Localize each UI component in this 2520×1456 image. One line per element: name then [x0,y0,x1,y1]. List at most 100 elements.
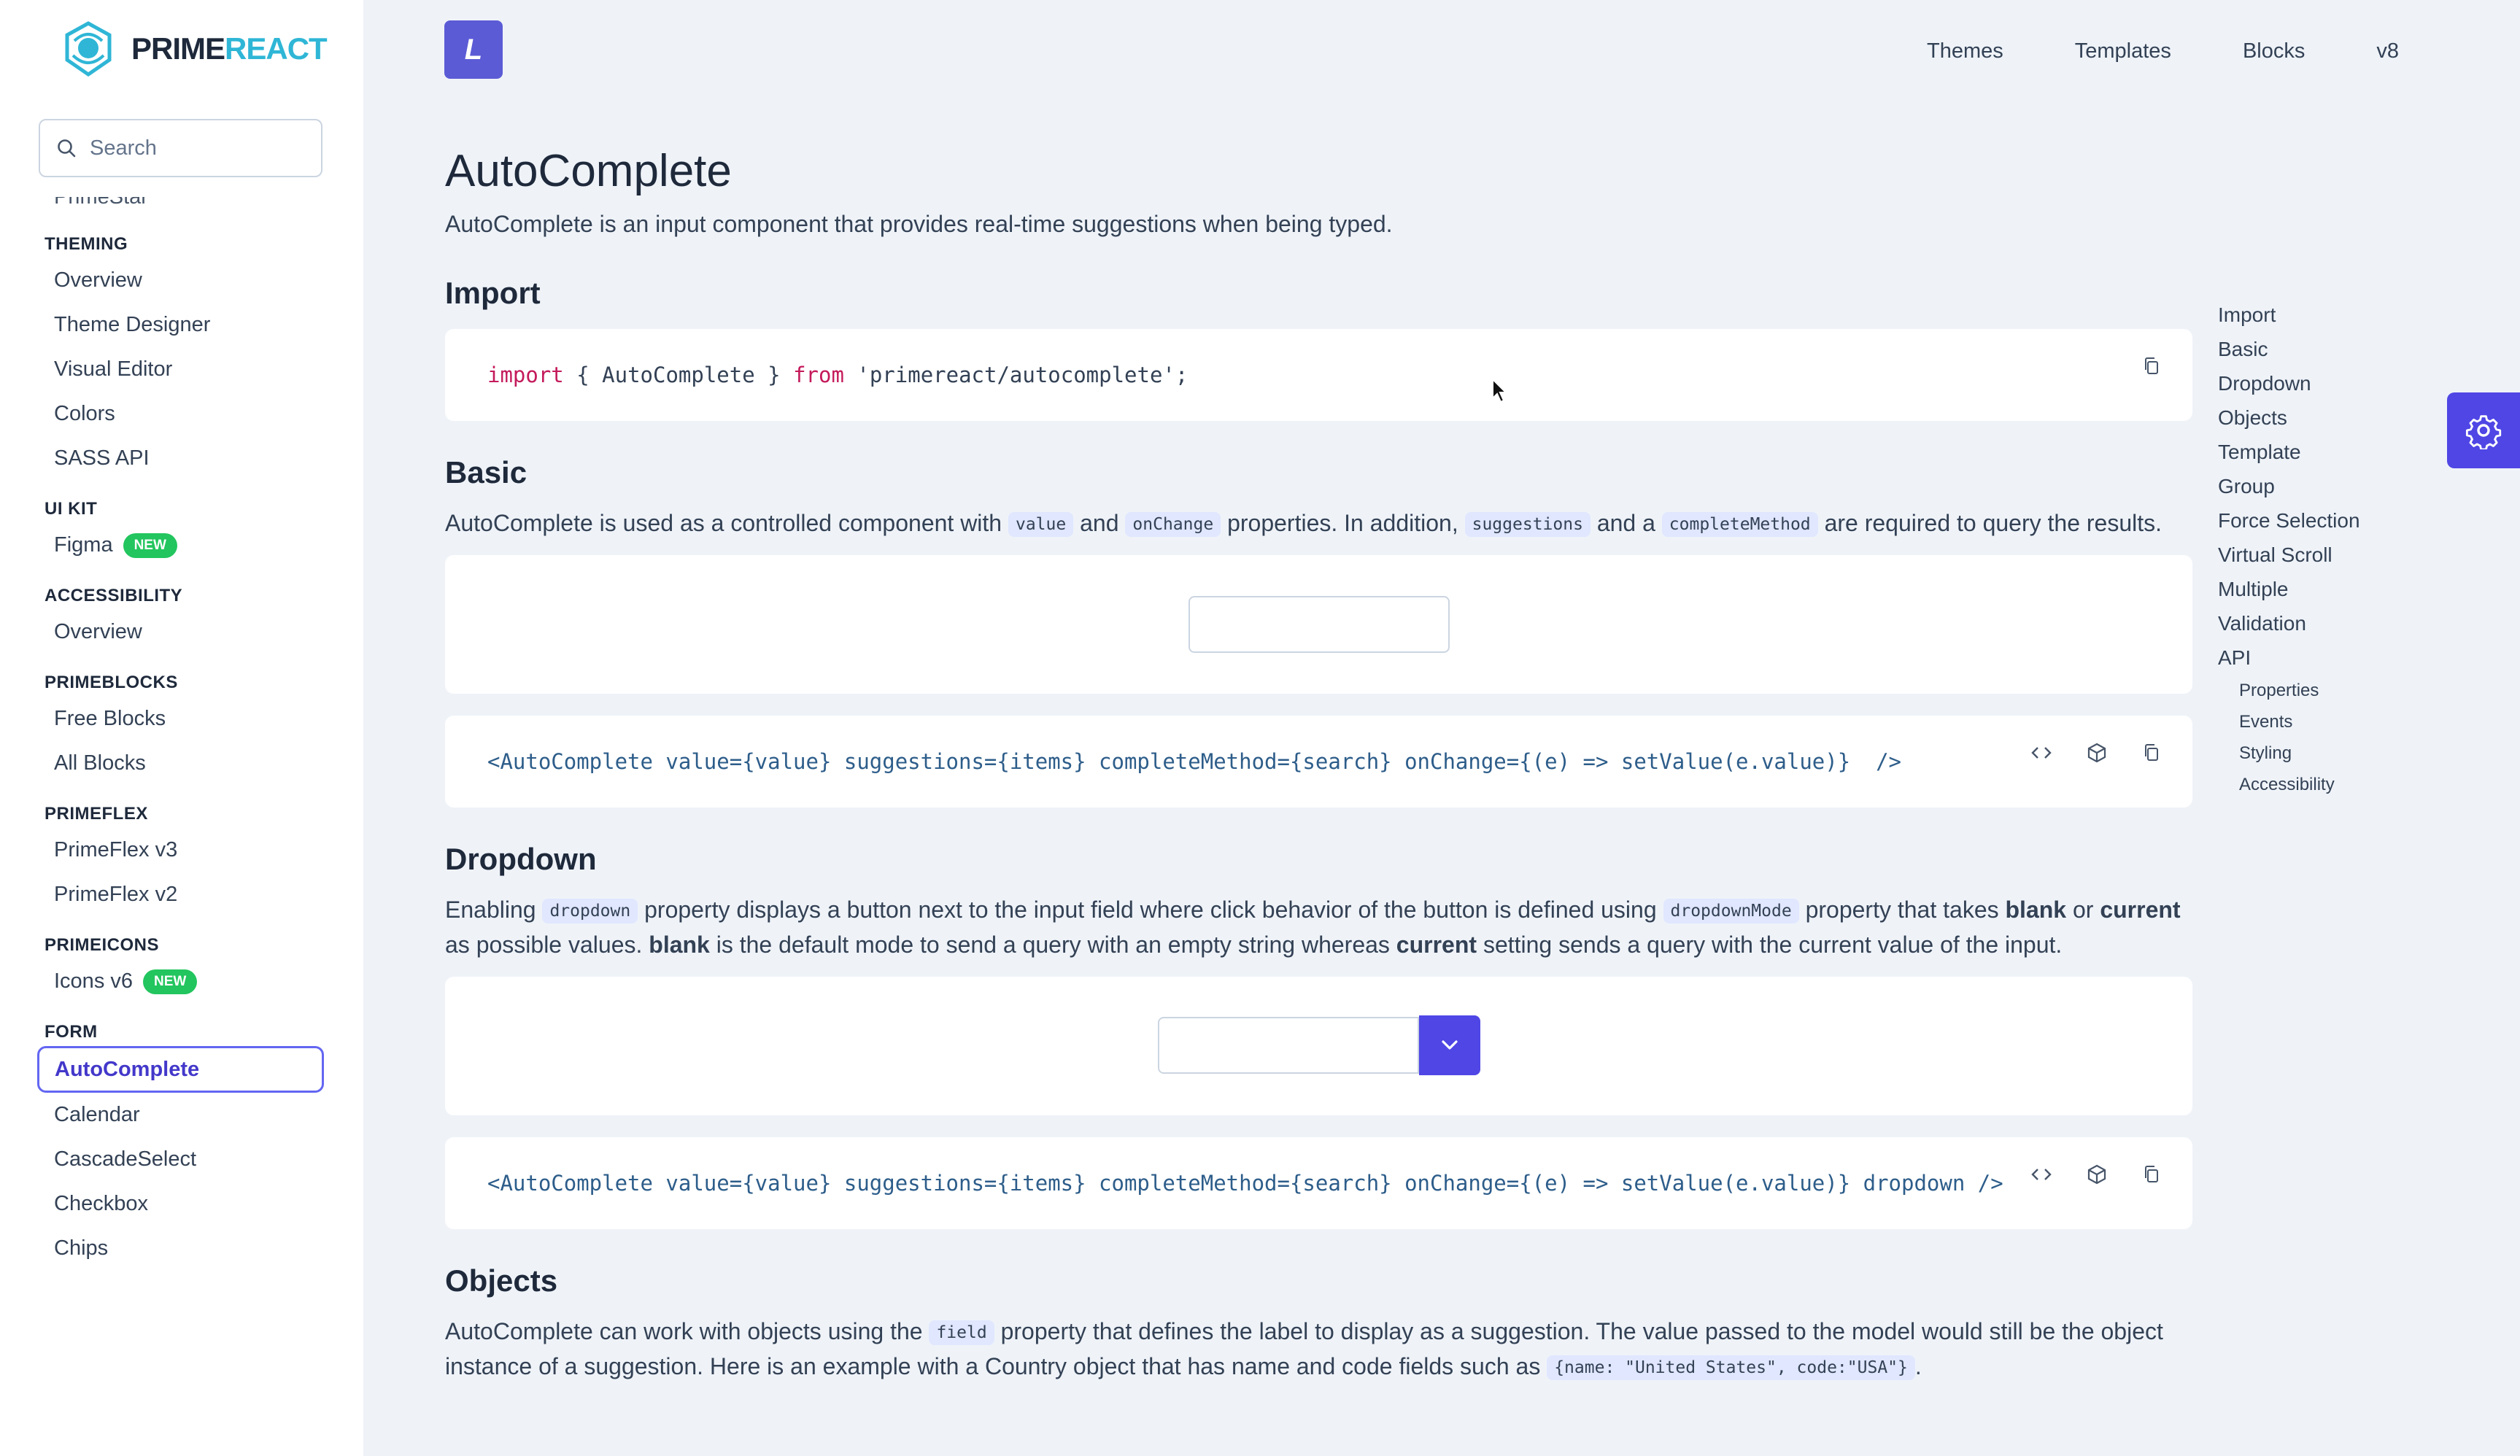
toc-item-import[interactable]: Import [2218,298,2360,332]
sidebar-item-primeflex-v3[interactable]: PrimeFlex v3 [0,828,363,872]
code-chip: {name: "United States", code:"USA"} [1547,1355,1915,1380]
basic-demo [445,555,2192,694]
sidebar-item-checkbox[interactable]: Checkbox [0,1182,363,1226]
page-intro: AutoComplete is an input component that … [445,211,1393,237]
section-title-ui-kit: UI KIT [45,499,98,519]
section-heading-dropdown: Dropdown [445,842,597,876]
dropdown-demo [445,977,2192,1115]
autocomplete-dropdown-group [1157,1015,1480,1075]
section-heading-basic: Basic [445,455,527,489]
sidebar-item-theme-designer[interactable]: Theme Designer [0,303,363,347]
sidebar-item-all-blocks[interactable]: All Blocks [0,741,363,786]
section-title-primeflex: PRIMEFLEX [45,804,148,824]
top-nav: Themes Templates Blocks v8 [1927,29,2399,73]
copy-icon[interactable] [2140,1162,2165,1187]
logo[interactable]: PRIMEREACT [58,18,328,80]
new-badge: NEW [143,969,198,994]
topnav-version[interactable]: v8 [2376,29,2399,73]
topnav-templates[interactable]: Templates [2075,29,2171,73]
main-content: AutoComplete AutoComplete is an input co… [445,135,2192,1384]
toc-subitem-styling[interactable]: Styling [2218,737,2360,769]
dropdown-button[interactable] [1418,1015,1480,1075]
toc-item-virtual-scroll[interactable]: Virtual Scroll [2218,538,2360,572]
code-chip: dropdownMode [1663,899,1799,923]
toc-item-force-selection[interactable]: Force Selection [2218,503,2360,538]
section-heading-import: Import [445,276,541,310]
sidebar-item-calendar[interactable]: Calendar [0,1093,363,1137]
sidebar-item-visual-editor[interactable]: Visual Editor [0,347,363,392]
search-input[interactable] [90,136,309,160]
code-actions [2029,1162,2165,1187]
code-icon[interactable] [2029,1162,2054,1187]
chevron-down-icon [1440,1039,1459,1051]
code-line: import { AutoComplete } from 'primereact… [487,363,1189,387]
table-of-contents: Import Basic Dropdown Objects Template G… [2218,298,2360,800]
section-title-form: FORM [45,1022,98,1042]
topnav-blocks[interactable]: Blocks [2243,29,2305,73]
cube-icon[interactable] [2084,1162,2109,1187]
sidebar-item-accessibility-overview[interactable]: Overview [0,610,363,654]
section-heading-objects: Objects [445,1263,558,1298]
cube-icon[interactable] [2084,740,2109,765]
toc-item-template[interactable]: Template [2218,435,2360,469]
sidebar-item-sass-api[interactable]: SASS API [0,436,363,481]
dropdown-description: Enabling dropdown property displays a bu… [445,897,2181,958]
section-title-theming: THEMING [45,234,128,254]
sidebar-item-icons-v6[interactable]: Icons v6 NEW [0,959,363,1004]
sidebar-item-cascadeselect[interactable]: CascadeSelect [0,1137,363,1182]
search-box[interactable] [39,119,322,177]
basic-description: AutoComplete is used as a controlled com… [445,510,2163,537]
code-chip: value [1008,512,1074,537]
basic-code-block: <AutoComplete value={value} suggestions=… [445,716,2192,808]
topnav-themes[interactable]: Themes [1927,29,2003,73]
section-title-primeicons: PRIMEICONS [45,935,160,955]
code-chip: suggestions [1464,512,1591,537]
sidebar-item-cut[interactable]: PrimeStar [0,197,363,216]
sidebar-item-free-blocks[interactable]: Free Blocks [0,697,363,741]
sidebar-item-theming-overview[interactable]: Overview [0,258,363,303]
config-button[interactable] [2447,392,2520,468]
copy-icon[interactable] [2140,354,2165,379]
toc-subitem-accessibility[interactable]: Accessibility [2218,769,2360,800]
autocomplete-basic-input[interactable] [1188,596,1450,653]
toc-item-objects[interactable]: Objects [2218,400,2360,435]
dropdown-code-block: <AutoComplete value={value} suggestions=… [445,1137,2192,1229]
copy-icon[interactable] [2140,740,2165,765]
toc-item-group[interactable]: Group [2218,469,2360,503]
code-line: <AutoComplete value={value} suggestions=… [487,749,1902,774]
toc-item-validation[interactable]: Validation [2218,606,2360,640]
search-icon [56,138,77,158]
sidebar-menu: PrimeStar THEMING Overview Theme Designe… [0,197,363,1271]
section-title-accessibility: ACCESSIBILITY [45,586,183,605]
toc-item-dropdown[interactable]: Dropdown [2218,366,2360,400]
import-code-block: import { AutoComplete } from 'primereact… [445,329,2192,421]
code-line: <AutoComplete value={value} suggestions=… [487,1171,2003,1196]
code-chip: onChange [1125,512,1221,537]
code-chip: completeMethod [1661,512,1818,537]
sidebar-item-figma[interactable]: Figma NEW [0,523,363,568]
mouse-cursor-icon [1491,378,1510,404]
new-badge: NEW [123,533,177,558]
toc-subitem-properties[interactable]: Properties [2218,675,2360,706]
objects-description: AutoComplete can work with objects using… [445,1318,2163,1380]
brand-square-logo[interactable]: L [444,20,503,79]
logo-text: PRIMEREACT [131,31,328,66]
primereact-logo-icon [58,19,118,79]
sidebar-item-autocomplete[interactable]: AutoComplete [37,1046,324,1093]
sidebar-item-primeflex-v2[interactable]: PrimeFlex v2 [0,872,363,917]
gear-icon [2465,411,2502,449]
toc-item-multiple[interactable]: Multiple [2218,572,2360,606]
toc-subitem-events[interactable]: Events [2218,706,2360,737]
page-title: AutoComplete [445,146,732,196]
code-icon[interactable] [2029,740,2054,765]
code-actions [2029,740,2165,765]
section-title-primeblocks: PRIMEBLOCKS [45,673,178,692]
code-chip: field [929,1320,994,1345]
sidebar: PRIMEREACT PrimeStar THEMING Overview Th… [0,0,363,1456]
sidebar-item-chips[interactable]: Chips [0,1226,363,1271]
toc-item-api[interactable]: API [2218,640,2360,675]
toc-item-basic[interactable]: Basic [2218,332,2360,366]
autocomplete-dropdown-input[interactable] [1157,1017,1419,1074]
sidebar-item-colors[interactable]: Colors [0,392,363,436]
code-chip: dropdown [542,899,638,923]
